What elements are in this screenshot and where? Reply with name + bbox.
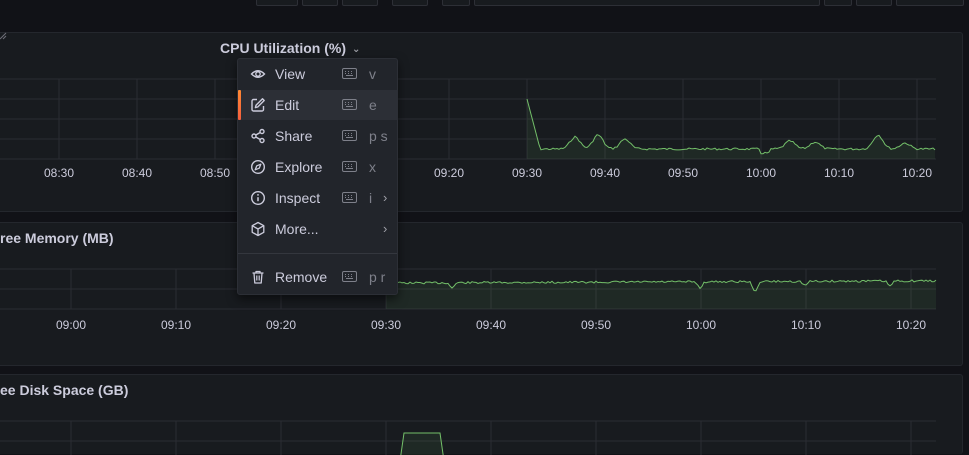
time-range-picker[interactable] <box>474 0 820 6</box>
memory-graph[interactable]: 09:00 09:10 09:20 09:30 09:40 09:50 10:00 10:10… <box>0 223 963 367</box>
cpu-utilization-panel: CPU Utilization (%)⌄ 08:3008:4008:5009:0… <box>0 32 963 212</box>
x-axis-tick-label: 10:10 <box>824 166 854 180</box>
menu-item-shortcut: v <box>369 66 376 82</box>
menu-item-explore[interactable]: Explore x <box>238 152 397 182</box>
panel-context-menu: View v Edit e Share p s Explore x Inspec… <box>237 58 398 295</box>
series-area <box>386 279 936 309</box>
chevron-right-icon: › <box>383 221 388 236</box>
trash-icon <box>252 270 264 284</box>
x-axis-tick-label: 08:30 <box>44 166 74 180</box>
menu-item-label: More... <box>275 221 319 237</box>
x-axis-tick-label: 10:20 <box>902 166 932 180</box>
menu-divider <box>238 253 397 254</box>
keyboard-icon <box>342 130 357 141</box>
eye-icon <box>250 70 266 78</box>
menu-item-inspect[interactable]: Inspect i › <box>238 183 397 213</box>
menu-item-shortcut: e <box>369 97 377 113</box>
keyboard-icon <box>342 161 357 172</box>
menu-item-label: Explore <box>275 159 323 175</box>
x-axis-tick-label: 08:40 <box>122 166 152 180</box>
info-icon <box>250 190 266 206</box>
menu-item-shortcut: x <box>369 159 376 175</box>
x-axis-tick-label: 09:40 <box>590 166 620 180</box>
x-axis-tick-label: 10:00 <box>686 318 716 332</box>
menu-item-shortcut: i <box>369 190 373 206</box>
x-axis-tick-label: 08:50 <box>200 166 230 180</box>
menu-item-label: View <box>275 66 306 82</box>
series-area <box>400 433 444 455</box>
share-icon <box>251 128 265 144</box>
x-axis-tick-label: 09:40 <box>476 318 506 332</box>
toolbar-button[interactable] <box>856 0 892 6</box>
menu-item-edit[interactable]: Edit e <box>238 90 397 120</box>
keyboard-icon <box>342 68 357 79</box>
chevron-right-icon: › <box>383 190 388 205</box>
menu-item-label: Share <box>275 128 313 144</box>
cube-icon <box>251 221 265 237</box>
menu-item-label: Inspect <box>275 190 321 206</box>
x-axis-tick-label: 09:30 <box>512 166 542 180</box>
x-axis-tick-label: 10:20 <box>896 318 926 332</box>
x-axis-tick-label: 09:20 <box>434 166 464 180</box>
menu-item-share[interactable]: Share p s <box>238 121 397 151</box>
x-axis-tick-label: 09:10 <box>161 318 191 332</box>
toolbar-button[interactable] <box>342 0 378 6</box>
x-axis-tick-label: 10:10 <box>791 318 821 332</box>
dashboard-toolbar <box>0 0 969 12</box>
compass-icon <box>250 159 266 175</box>
toolbar-button[interactable] <box>392 0 428 6</box>
disk-graph[interactable] <box>0 375 963 455</box>
x-axis-tick-label: 10:00 <box>746 166 776 180</box>
toolbar-button[interactable] <box>302 0 338 6</box>
menu-item-shortcut: p r <box>369 269 386 285</box>
keyboard-icon <box>342 192 357 203</box>
menu-item-view[interactable]: View v <box>238 59 397 89</box>
x-axis-tick-label: 09:50 <box>581 318 611 332</box>
cpu-graph[interactable]: 08:3008:4008:5009:0009:1009:2009:3009:40… <box>0 33 963 213</box>
edit-icon <box>251 98 265 112</box>
menu-item-label: Edit <box>275 97 300 113</box>
x-axis-tick-label: 09:00 <box>56 318 86 332</box>
free-memory-panel: ree Memory (MB) 09:00 09:10 09:20 09:30 09:4… <box>0 222 963 366</box>
x-axis-tick-label: 09:50 <box>668 166 698 180</box>
x-axis-tick-label: 09:30 <box>371 318 401 332</box>
toolbar-button[interactable] <box>896 0 964 6</box>
keyboard-icon <box>342 271 357 282</box>
toolbar-button[interactable] <box>442 0 470 6</box>
menu-item-label: Remove <box>275 269 328 285</box>
menu-item-more[interactable]: More... › <box>238 214 397 244</box>
x-axis-tick-label: 09:20 <box>266 318 296 332</box>
menu-item-remove[interactable]: Remove p r <box>238 262 397 292</box>
toolbar-button[interactable] <box>256 0 298 6</box>
toolbar-button[interactable] <box>824 0 852 6</box>
keyboard-icon <box>342 99 357 110</box>
menu-item-shortcut: p s <box>369 128 388 144</box>
free-disk-space-panel: ee Disk Space (GB) <box>0 374 963 455</box>
resize-handle-icon[interactable] <box>0 32 7 40</box>
